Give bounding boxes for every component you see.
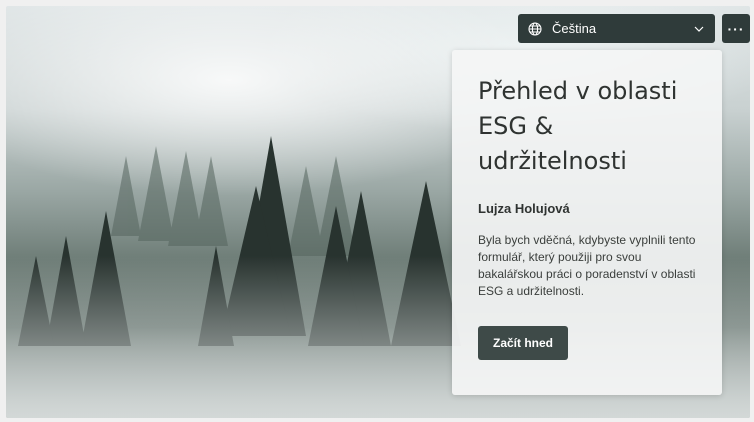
author-name: Lujza Holujová <box>478 201 570 216</box>
start-button[interactable]: Začít hned <box>478 326 569 360</box>
intro-card: Přehled v oblasti ESG & udržitelnosti Lu… <box>452 50 722 395</box>
form-description: Byla bych vděčná, kdybyste vyplnili tent… <box>478 233 696 298</box>
language-label: Čeština <box>552 21 597 36</box>
background-frame: Čeština ··· Přehled v oblasti ESG & udrž… <box>6 6 750 418</box>
more-options-icon: ··· <box>727 20 745 37</box>
globe-icon <box>528 21 542 36</box>
language-selector[interactable]: Čeština <box>518 14 715 43</box>
more-options-button[interactable]: ··· <box>722 14 750 43</box>
chevron-down-icon <box>693 23 705 35</box>
form-title: Přehled v oblasti ESG & udržitelnosti <box>478 77 678 175</box>
